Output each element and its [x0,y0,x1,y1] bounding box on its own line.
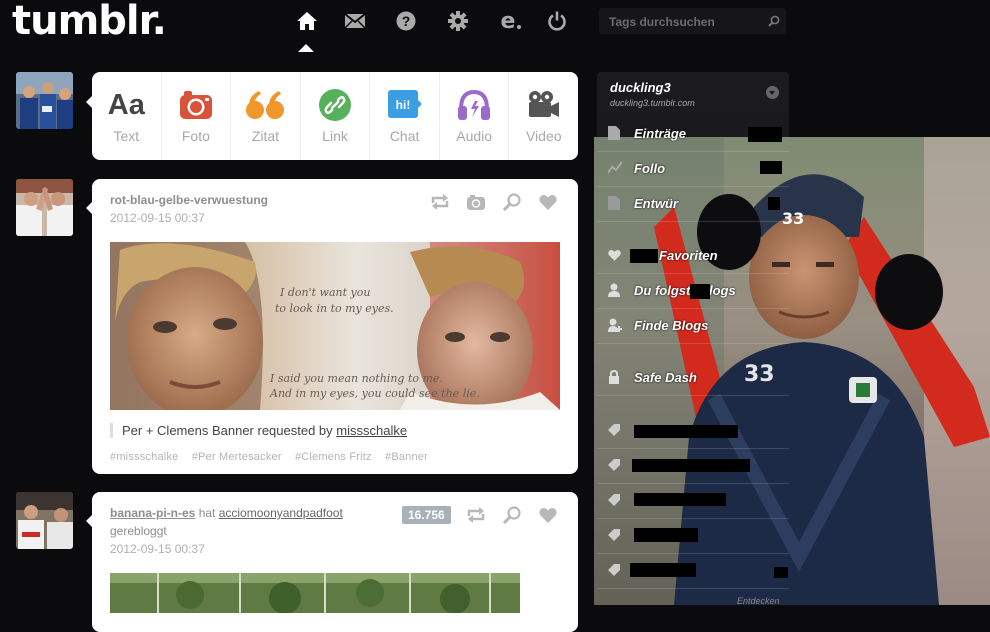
post-card: rot-blau-gelbe-verwuestung 2012-09-15 00… [92,179,578,474]
tag-icon [608,458,620,476]
zoom-icon[interactable] [494,193,530,211]
person-add-icon [608,318,622,337]
post-caption: Per + Clemens Banner requested by misssc… [110,423,407,438]
redaction [634,425,738,438]
redaction [630,249,658,263]
person-icon [608,283,620,302]
draft-icon [608,196,620,215]
quote-icon [245,88,285,122]
blog-switcher[interactable]: duckling3 duckling3.tumblr.com [597,72,789,114]
blog-name: duckling3 [610,80,671,95]
post-username[interactable]: rot-blau-gelbe-verwuestung [110,193,268,207]
post-banner-image[interactable]: I don't want you to look in to my eyes. … [110,242,560,410]
link-icon [319,88,352,122]
zoom-icon[interactable] [494,506,530,524]
gear-icon[interactable] [445,8,471,34]
like-heart-icon[interactable] [530,506,566,524]
svg-text:?: ? [402,13,411,29]
redaction [690,284,710,299]
post-card: banana-pi-n-es hat acciomoonyandpadfoot … [92,492,578,632]
edit-e-icon[interactable]: e [497,8,523,34]
tag-search[interactable] [599,8,786,34]
document-icon [608,126,620,145]
chart-icon [607,161,623,180]
post-controls [422,193,566,211]
tumblr-logo[interactable]: tumblr. [12,0,167,44]
redaction [630,563,696,577]
post-photo-button[interactable]: Foto [162,72,232,160]
svg-text:I don't want you: I don't want you [279,286,370,299]
post-link-button[interactable]: Link [301,72,371,160]
svg-text:hi!: hi! [395,98,410,112]
sidebar-item-safe-dash[interactable]: Safe Dash [597,361,789,396]
post-author-avatar[interactable] [16,492,73,549]
tag-icon [608,493,620,511]
post-quote-button[interactable]: Zitat [231,72,301,160]
post-video-button[interactable]: Video [509,72,578,160]
lock-icon [608,369,620,389]
tag-icon [608,563,620,581]
post-author-avatar[interactable] [16,179,73,236]
reblog-icon[interactable] [458,506,494,524]
redaction [748,127,782,142]
redaction [634,493,726,506]
post-timestamp: 2012-09-15 00:37 [110,542,205,556]
tag-icon [608,423,620,441]
tag-search-input[interactable] [607,12,761,32]
my-avatar[interactable] [16,72,73,129]
post-controls [458,506,566,524]
blog-url: duckling3.tumblr.com [610,98,695,108]
camera-icon [179,88,212,122]
redaction [760,161,782,174]
post-photo-image[interactable] [110,573,520,613]
like-heart-icon[interactable] [530,193,566,211]
heart-icon [608,248,621,266]
post-text-button[interactable]: Aa Text [92,72,162,160]
reblog-suffix: gerebloggt [110,524,167,538]
chat-icon: hi! [387,88,422,122]
sidebar-item-find-blogs[interactable]: Finde Blogs [597,309,789,344]
post-username[interactable]: banana-pi-n-es [110,506,195,520]
post-tags: #missschalke #Per Mertesacker #Clemens F… [110,451,438,463]
redaction [768,197,780,210]
tag-link[interactable]: #Clemens Fritz [295,451,372,463]
redaction [634,528,698,542]
help-icon[interactable]: ? [393,8,419,34]
svg-text:e: e [501,10,516,32]
nav-active-caret [298,44,314,52]
reblog-icon[interactable] [422,193,458,211]
power-icon[interactable] [544,8,570,34]
redaction [632,459,750,472]
sidebar-item-drafts[interactable]: Entwür [597,187,789,222]
video-camera-icon [527,88,561,122]
tag-link[interactable]: #Per Mertesacker [192,451,282,463]
post-type-bar: Aa Text Foto Zitat Link hi! Chat Audio V… [92,72,578,160]
post-chat-button[interactable]: hi! Chat [370,72,440,160]
post-timestamp: 2012-09-15 00:37 [110,211,205,225]
caption-user-link[interactable]: missschalke [336,423,407,438]
svg-text:And in my eyes, you could see: And in my eyes, you could see the lie. [269,387,480,400]
chevron-down-icon[interactable] [766,86,779,99]
sidebar-item-favorites[interactable]: Favoriten [597,239,789,274]
tag-icon [608,528,620,546]
reblog-source-link[interactable]: acciomoonyandpadfoot [219,506,343,520]
photo-type-icon[interactable] [458,193,494,211]
text-icon: Aa [107,88,145,121]
headphones-icon [457,88,491,122]
tag-link[interactable]: #Banner [385,451,428,463]
search-icon[interactable] [768,14,780,32]
tag-link[interactable]: #missschalke [110,451,178,463]
mail-icon[interactable] [342,8,368,34]
home-icon[interactable] [294,8,320,34]
svg-text:to look in to my eyes.: to look in to my eyes. [275,302,394,315]
redaction [774,567,788,578]
post-audio-button[interactable]: Audio [440,72,510,160]
notes-count-badge[interactable]: 16.756 [402,506,451,524]
dashboard-sidebar: duckling3 duckling3.tumblr.com [597,72,789,590]
svg-text:I said you mean nothing to me.: I said you mean nothing to me. [269,372,443,385]
sidebar-items: Einträge Follo Entwür Favoriten Du folgs… [597,114,789,590]
